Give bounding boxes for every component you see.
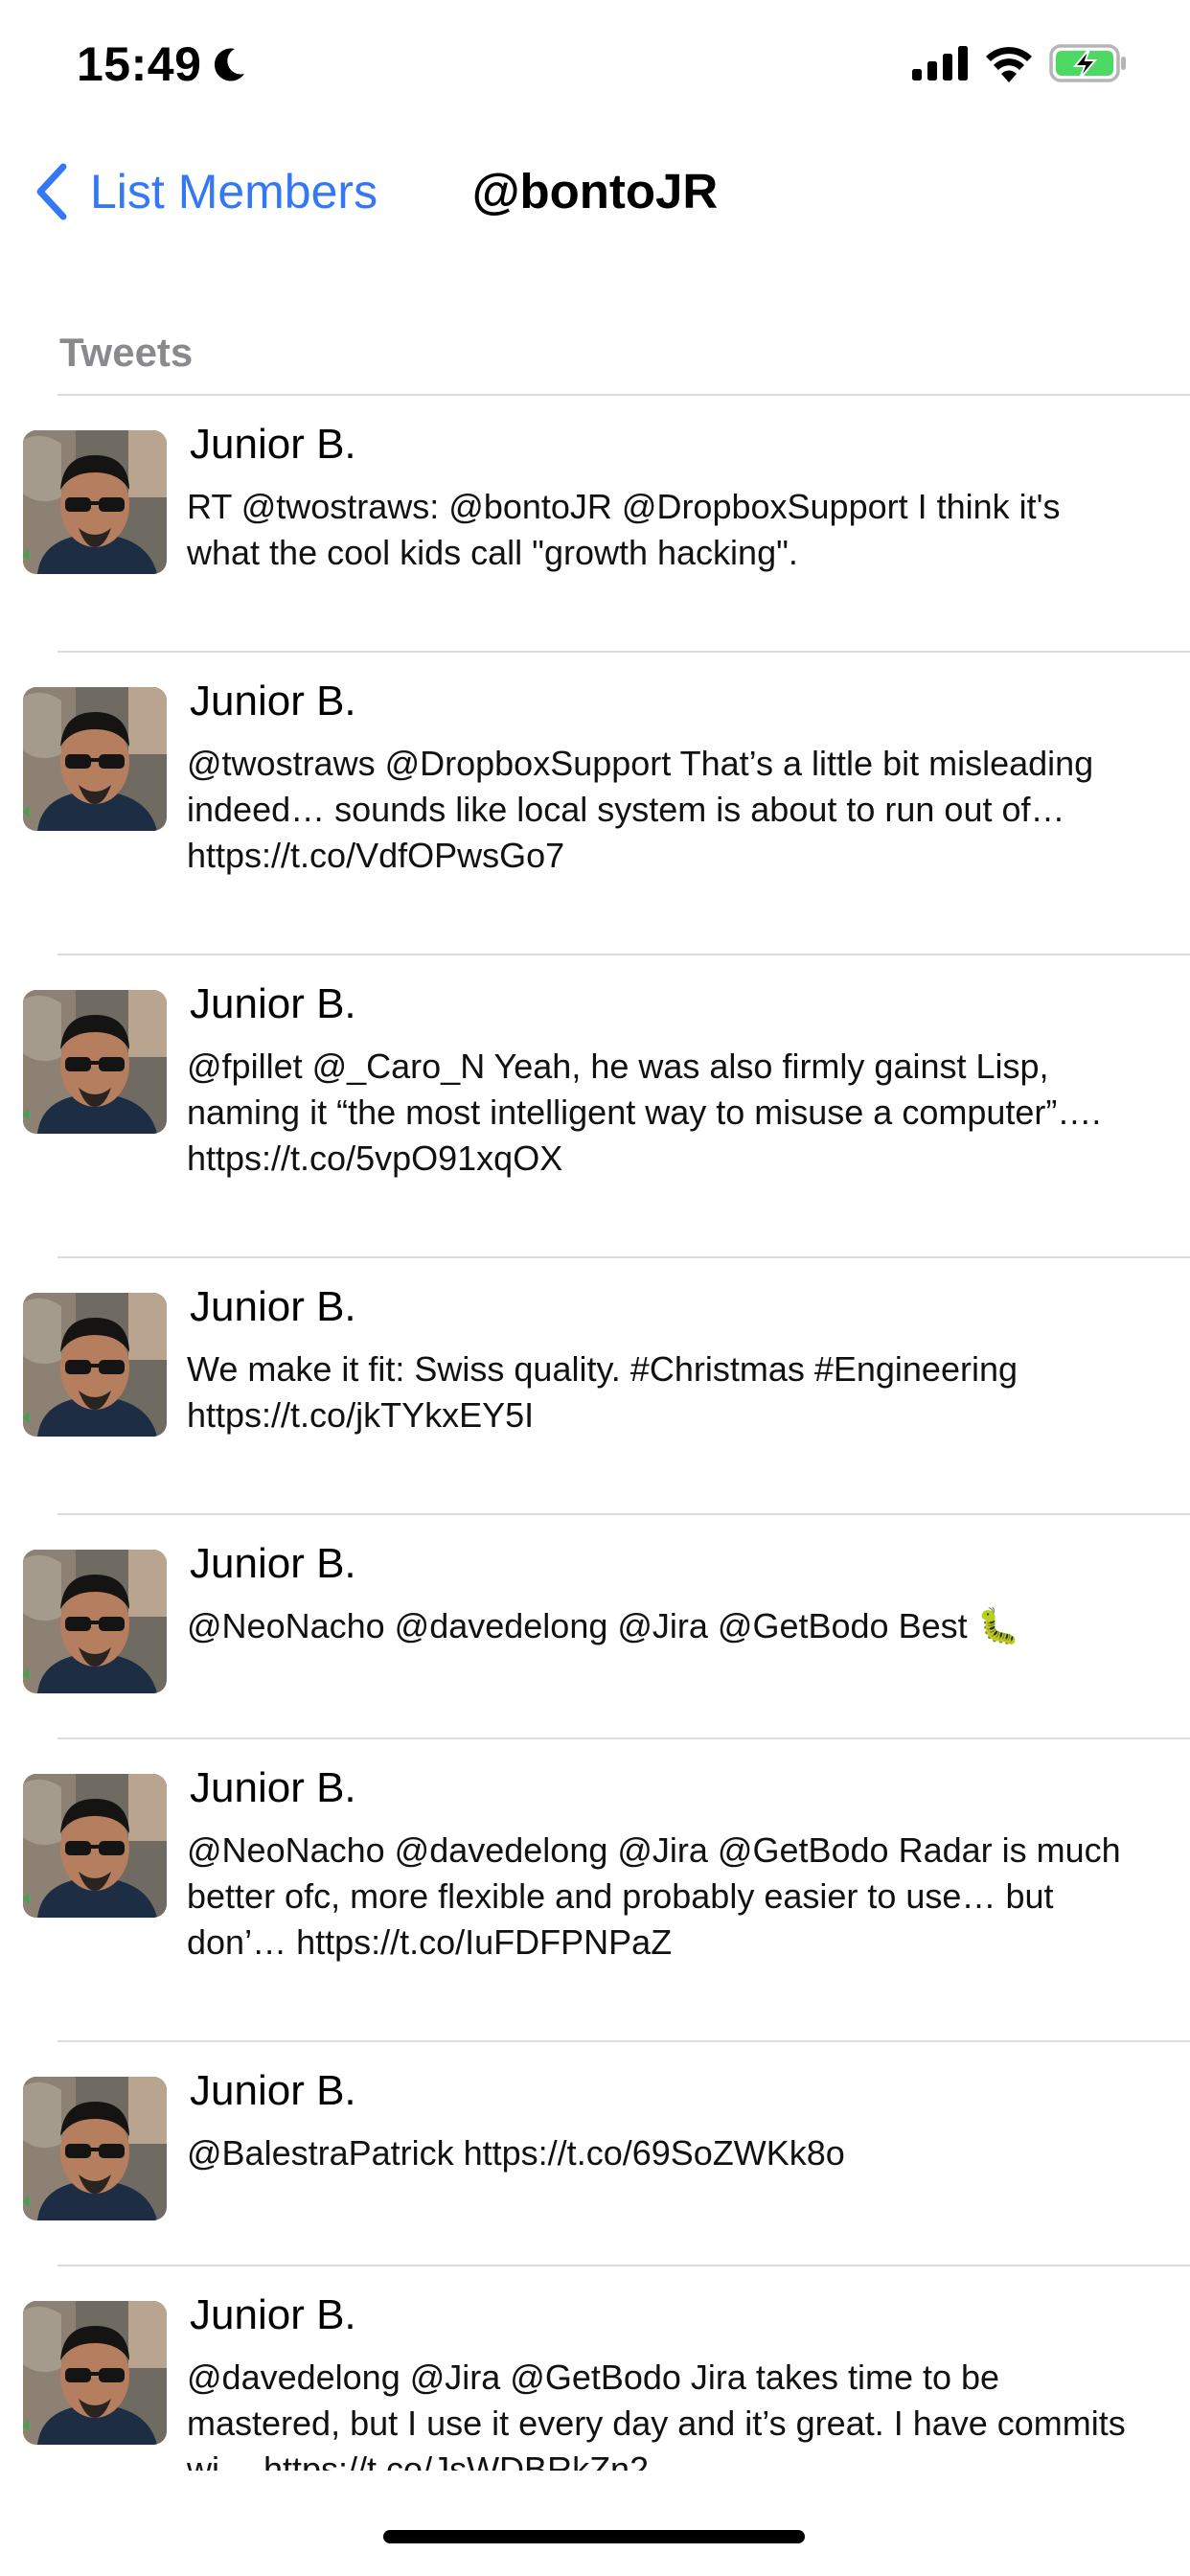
home-indicator[interactable] bbox=[383, 2530, 805, 2543]
tweet-text: @NeoNacho @davedelong @Jira @GetBodo Bes… bbox=[187, 1606, 1020, 1645]
tweet-text: @twostraws @DropboxSupport That’s a litt… bbox=[187, 744, 1094, 875]
tweet-author: Junior B. bbox=[190, 1540, 356, 1587]
tweet-row[interactable]: Junior B. @davedelong @Jira @GetBodo Jira… bbox=[0, 2266, 1190, 2471]
tweet-row[interactable]: Junior B. @NeoNacho @davedelong @Jira @Ge… bbox=[0, 1739, 1190, 2042]
wifi-icon bbox=[986, 47, 1032, 82]
battery-charging-icon bbox=[1049, 44, 1126, 82]
avatar bbox=[23, 430, 167, 574]
chevron-left-icon bbox=[36, 163, 67, 220]
avatar bbox=[23, 2301, 167, 2445]
back-button[interactable]: List Members bbox=[33, 158, 378, 225]
cellular-signal-icon bbox=[912, 46, 968, 80]
avatar bbox=[23, 1293, 167, 1437]
tweet-author: Junior B. bbox=[190, 1764, 356, 1811]
avatar bbox=[23, 1774, 167, 1918]
avatar bbox=[23, 990, 167, 1134]
screen: 15:49 @bontoJR List Members Tweets Junio… bbox=[0, 0, 1190, 2576]
tweet-author: Junior B. bbox=[190, 980, 356, 1027]
tweet-author: Junior B. bbox=[190, 421, 356, 468]
back-button-label: List Members bbox=[90, 165, 378, 218]
tweet-text: @fpillet @_Caro_N Yeah, he was also firm… bbox=[187, 1046, 1102, 1178]
tweet-row[interactable]: Junior B. RT @twostraws: @bontoJR @Dropbo… bbox=[0, 396, 1190, 653]
tweet-text: @davedelong @Jira @GetBodo Jira takes ti… bbox=[187, 2358, 1126, 2471]
tweet-text: RT @twostraws: @bontoJR @DropboxSupport … bbox=[187, 487, 1061, 572]
tweet-author: Junior B. bbox=[190, 1283, 356, 1330]
status-bar: 15:49 bbox=[0, 0, 1190, 129]
avatar bbox=[23, 687, 167, 831]
status-time: 15:49 bbox=[77, 37, 202, 91]
tweet-list[interactable]: Junior B. RT @twostraws: @bontoJR @Dropbo… bbox=[0, 396, 1190, 2471]
tweet-text: We make it fit: Swiss quality. #Christma… bbox=[187, 1349, 1018, 1435]
tweet-author: Junior B. bbox=[190, 678, 356, 724]
tweet-text: @NeoNacho @davedelong @Jira @GetBodo Rad… bbox=[187, 1830, 1121, 1962]
tweet-row[interactable]: Junior B. @NeoNacho @davedelong @Jira @Ge… bbox=[0, 1515, 1190, 1739]
tweet-row[interactable]: Junior B. We make it fit: Swiss quality. … bbox=[0, 1258, 1190, 1515]
tweet-row[interactable]: Junior B. @BalestraPatrick https://t.co/6… bbox=[0, 2042, 1190, 2266]
avatar bbox=[23, 1550, 167, 1693]
tweet-row[interactable]: Junior B. @fpillet @_Caro_N Yeah, he was … bbox=[0, 955, 1190, 1258]
tweet-text: @BalestraPatrick https://t.co/69SoZWKk8o bbox=[187, 2133, 845, 2173]
avatar bbox=[23, 2077, 167, 2220]
navigation-bar: @bontoJR List Members bbox=[0, 129, 1190, 254]
moon-icon bbox=[214, 48, 244, 81]
tweet-author: Junior B. bbox=[190, 2291, 356, 2338]
tweet-row[interactable]: Junior B. @twostraws @DropboxSupport That… bbox=[0, 653, 1190, 955]
section-header: Tweets bbox=[59, 330, 194, 375]
tweet-author: Junior B. bbox=[190, 2067, 356, 2114]
